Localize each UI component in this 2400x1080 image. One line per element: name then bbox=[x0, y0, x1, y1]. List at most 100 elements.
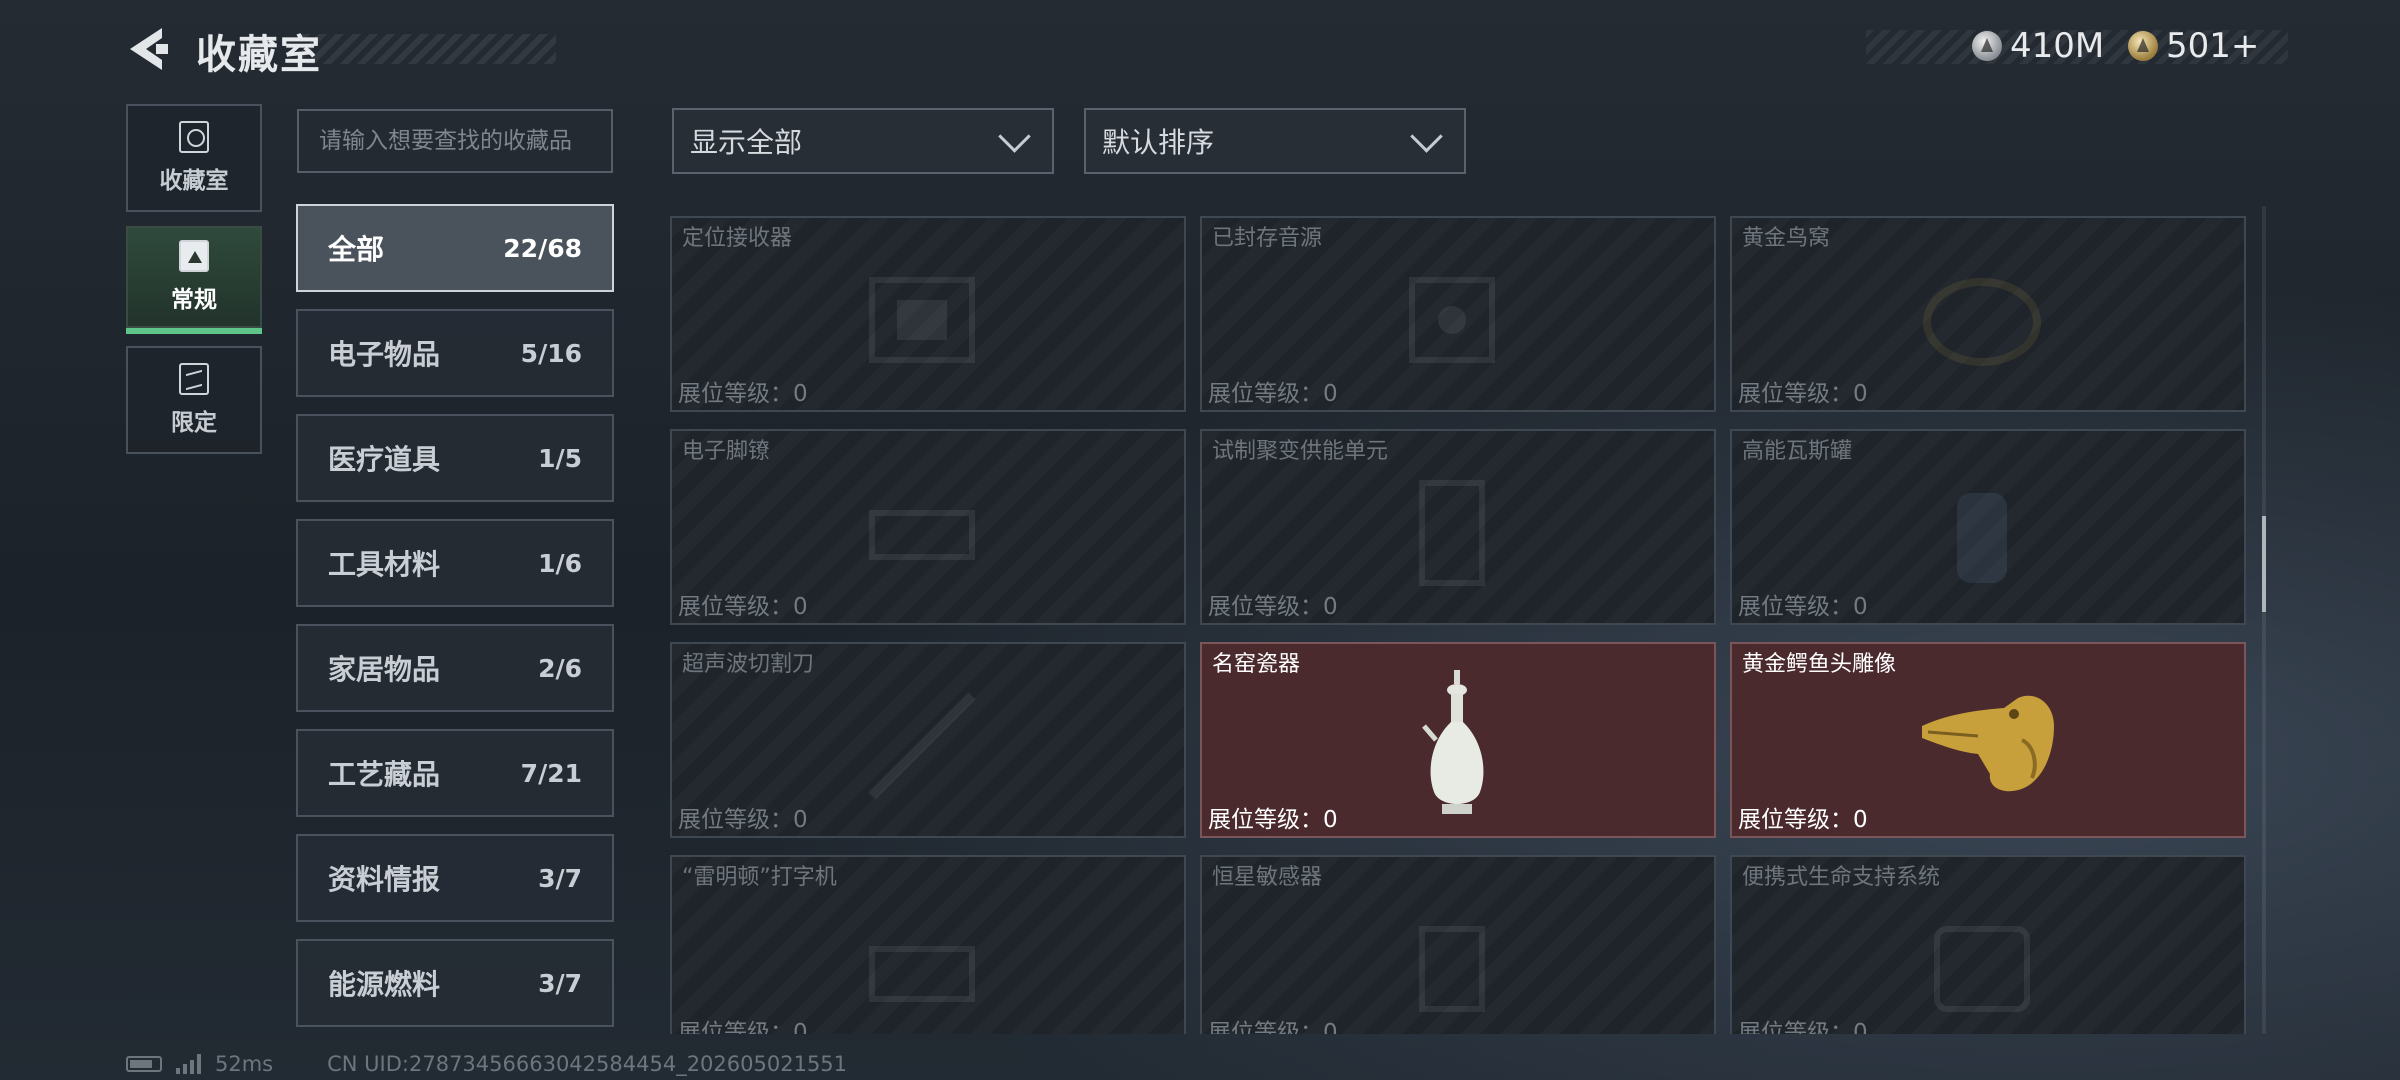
collectible-level: 展位等级：0 bbox=[1208, 594, 1338, 620]
category-count: 22/68 bbox=[503, 233, 582, 263]
item-silhouette bbox=[1382, 473, 1522, 593]
category-name: 家居物品 bbox=[328, 653, 441, 686]
collection-room-icon bbox=[179, 121, 209, 153]
collectible-card[interactable]: 恒星敏感器 展位等级：0 bbox=[1200, 855, 1716, 1034]
battery-icon bbox=[126, 1056, 162, 1072]
collectible-name: 超声波切割刀 bbox=[682, 652, 815, 677]
category-count: 3/7 bbox=[538, 863, 582, 893]
collectible-name: “雷明顿”打字机 bbox=[682, 865, 837, 890]
status-footer: 52ms CN UID:27873456663042584454_2026050… bbox=[126, 1052, 847, 1076]
category-name: 能源燃料 bbox=[328, 968, 441, 1001]
collectible-card[interactable]: 已封存音源 展位等级：0 bbox=[1200, 216, 1716, 412]
collectible-card[interactable]: 便携式生命支持系统 展位等级：0 bbox=[1730, 855, 2246, 1034]
category-name: 资料情报 bbox=[328, 863, 441, 896]
rail-item-regular[interactable]: 常规 bbox=[126, 226, 262, 334]
collectible-name: 高能瓦斯罐 bbox=[1742, 439, 1853, 464]
category-count: 1/5 bbox=[538, 443, 582, 473]
category-name: 工艺藏品 bbox=[328, 758, 441, 791]
category-count: 1/6 bbox=[538, 548, 582, 578]
rail-label: 常规 bbox=[171, 287, 217, 313]
limited-icon bbox=[179, 363, 209, 395]
back-arrow-icon bbox=[130, 28, 168, 70]
collectible-level: 展位等级：0 bbox=[678, 594, 808, 620]
category-count: 3/7 bbox=[538, 968, 582, 998]
porcelain-vase-icon bbox=[1422, 670, 1484, 814]
collectible-level: 展位等级：0 bbox=[1738, 594, 1868, 620]
item-silhouette bbox=[1382, 899, 1522, 1019]
collectible-card[interactable]: “雷明顿”打字机 展位等级：0 bbox=[670, 855, 1186, 1034]
rail-item-limited[interactable]: 限定 bbox=[126, 346, 262, 454]
gold-coin-icon bbox=[2128, 31, 2158, 61]
category-count: 2/6 bbox=[538, 653, 582, 683]
regular-icon bbox=[179, 240, 209, 272]
ping-text: 52ms bbox=[215, 1052, 274, 1076]
category-name: 全部 bbox=[328, 233, 385, 266]
item-silhouette bbox=[852, 473, 992, 593]
back-button[interactable] bbox=[122, 24, 170, 74]
currency-gold-value: 501+ bbox=[2166, 26, 2260, 66]
collectible-level: 展位等级：0 bbox=[1208, 1020, 1338, 1034]
currency-gold[interactable]: 501+ bbox=[2128, 26, 2259, 66]
item-silhouette bbox=[852, 899, 992, 1019]
collectible-level: 展位等级：0 bbox=[1208, 807, 1338, 833]
title-decoration bbox=[302, 34, 556, 64]
category-crafts[interactable]: 工艺藏品 7/21 bbox=[296, 729, 614, 817]
rail-item-collection-room[interactable]: 收藏室 bbox=[126, 104, 262, 212]
category-name: 电子物品 bbox=[328, 338, 441, 371]
collectible-card[interactable]: 试制聚变供能单元 展位等级：0 bbox=[1200, 429, 1716, 625]
item-silhouette bbox=[1912, 260, 2052, 380]
collectible-level: 展位等级：0 bbox=[1738, 1020, 1868, 1034]
rail-label: 收藏室 bbox=[159, 168, 229, 194]
search-input[interactable] bbox=[297, 109, 613, 173]
card-corner bbox=[1702, 824, 1714, 836]
collectible-name: 黄金鳄鱼头雕像 bbox=[1742, 652, 1897, 677]
collectible-level: 展位等级：0 bbox=[678, 381, 808, 407]
grid-scroll-thumb[interactable] bbox=[2262, 516, 2266, 612]
collectible-name: 定位接收器 bbox=[682, 226, 793, 251]
category-name: 医疗道具 bbox=[328, 443, 441, 476]
category-name: 工具材料 bbox=[328, 548, 441, 581]
item-silhouette bbox=[852, 686, 992, 806]
chevron-down-icon bbox=[998, 119, 1031, 153]
category-energy[interactable]: 能源燃料 3/7 bbox=[296, 939, 614, 1027]
collectible-name: 恒星敏感器 bbox=[1212, 865, 1323, 890]
collectible-name: 试制聚变供能单元 bbox=[1212, 439, 1389, 464]
collectible-name: 已封存音源 bbox=[1212, 226, 1323, 251]
collectible-card[interactable]: 定位接收器 展位等级：0 bbox=[670, 216, 1186, 412]
collectible-level: 展位等级：0 bbox=[678, 807, 808, 833]
collectible-level: 展位等级：0 bbox=[1738, 381, 1868, 407]
filter-show-dropdown[interactable]: 显示全部 bbox=[672, 108, 1054, 174]
item-silhouette bbox=[852, 260, 992, 380]
chevron-down-icon bbox=[1410, 119, 1443, 153]
currency-silver[interactable]: 410M bbox=[1972, 26, 2104, 66]
category-all[interactable]: 全部 22/68 bbox=[296, 204, 614, 292]
collectible-card[interactable]: 超声波切割刀 展位等级：0 bbox=[670, 642, 1186, 838]
item-silhouette bbox=[1382, 260, 1522, 380]
collectible-name: 名窑瓷器 bbox=[1212, 652, 1301, 677]
category-electronics[interactable]: 电子物品 5/16 bbox=[296, 309, 614, 397]
collectible-card[interactable]: 高能瓦斯罐 展位等级：0 bbox=[1730, 429, 2246, 625]
signal-icon bbox=[176, 1054, 201, 1074]
card-corner bbox=[2232, 824, 2244, 836]
collectible-name: 便携式生命支持系统 bbox=[1742, 865, 1941, 890]
category-count: 7/21 bbox=[520, 758, 582, 788]
sort-dropdown[interactable]: 默认排序 bbox=[1084, 108, 1466, 174]
collectible-card-unlocked[interactable]: 名窑瓷器 展位等级：0 bbox=[1200, 642, 1716, 838]
collectible-card[interactable]: 电子脚镣 展位等级：0 bbox=[670, 429, 1186, 625]
collectible-card-unlocked[interactable]: 黄金鳄鱼头雕像 展位等级：0 bbox=[1730, 642, 2246, 838]
category-household[interactable]: 家居物品 2/6 bbox=[296, 624, 614, 712]
collectible-card[interactable]: 黄金鸟窝 展位等级：0 bbox=[1730, 216, 2246, 412]
silver-coin-icon bbox=[1972, 31, 2002, 61]
category-count: 5/16 bbox=[520, 338, 582, 368]
rail-label: 限定 bbox=[171, 410, 217, 436]
item-silhouette bbox=[1912, 473, 2052, 593]
collectible-level: 展位等级：0 bbox=[678, 1020, 808, 1034]
category-intel[interactable]: 资料情报 3/7 bbox=[296, 834, 614, 922]
category-medical[interactable]: 医疗道具 1/5 bbox=[296, 414, 614, 502]
item-silhouette bbox=[1912, 899, 2052, 1019]
grid-scrollbar[interactable] bbox=[2262, 206, 2266, 1034]
category-tools[interactable]: 工具材料 1/6 bbox=[296, 519, 614, 607]
uid-text: CN UID:27873456663042584454_202605021551 bbox=[327, 1052, 848, 1076]
collectible-level: 展位等级：0 bbox=[1208, 381, 1338, 407]
sort-label: 默认排序 bbox=[1102, 126, 1215, 159]
